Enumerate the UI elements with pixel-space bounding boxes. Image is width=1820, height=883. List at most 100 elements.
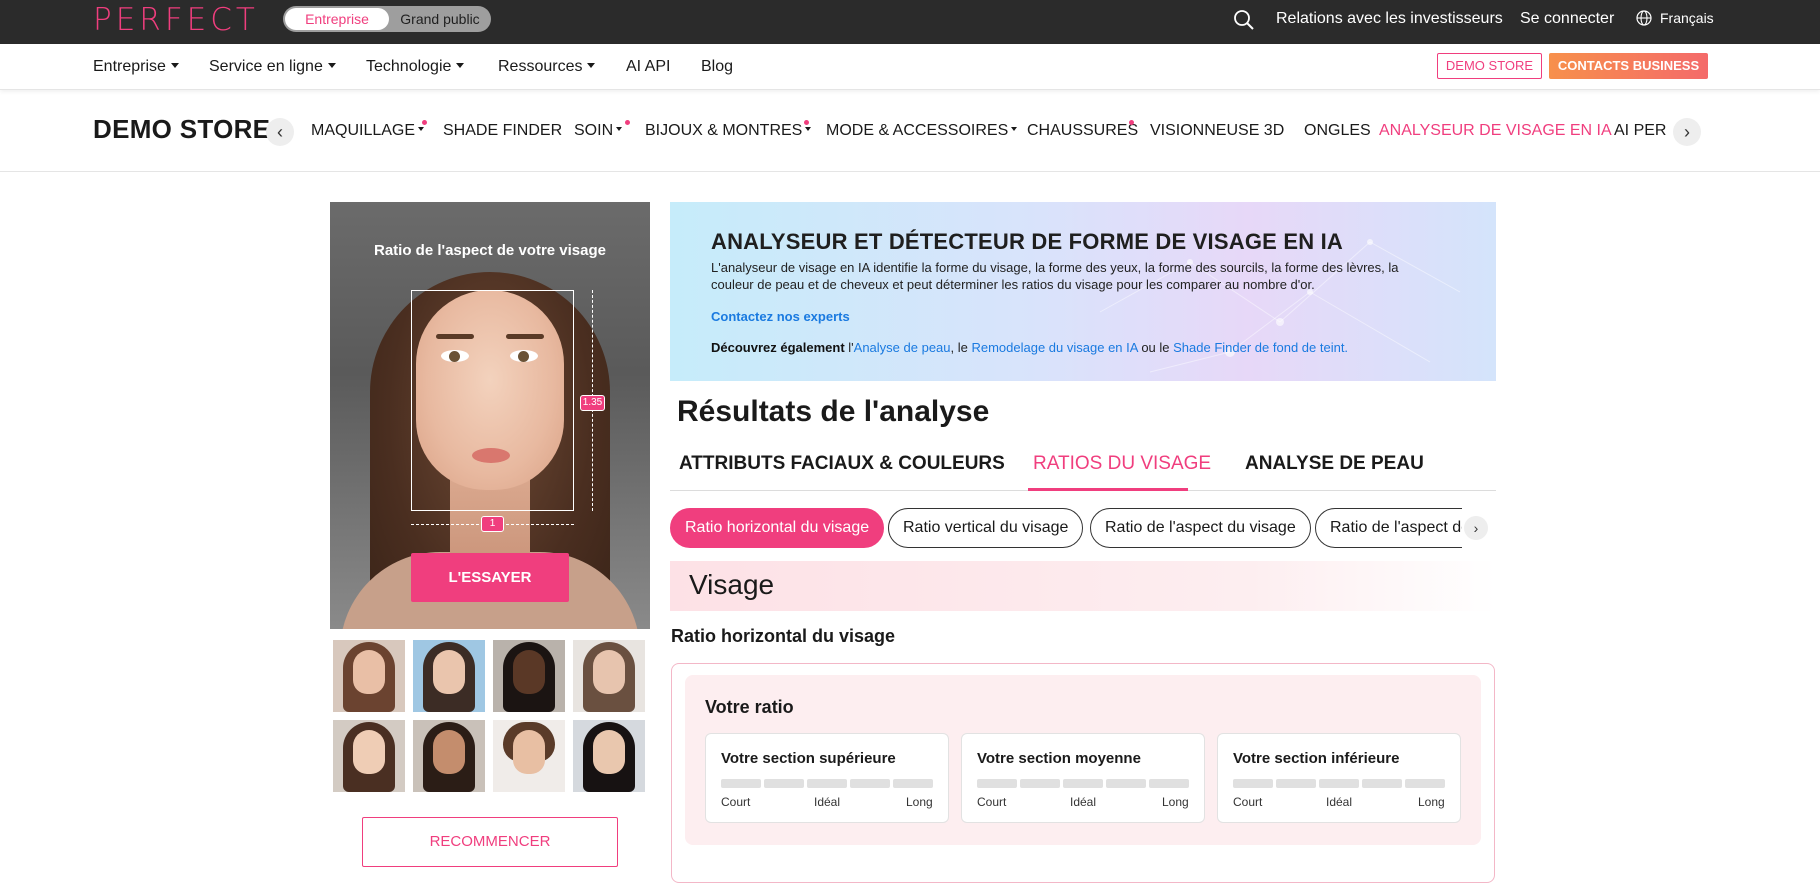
chevron-down-icon bbox=[170, 63, 179, 68]
tab-facial-attributes[interactable]: ATTRIBUTS FACIAUX & COULEURS bbox=[679, 453, 1005, 475]
nav-ai-api[interactable]: AI API bbox=[626, 58, 670, 76]
restart-button[interactable]: RECOMMENCER bbox=[362, 817, 618, 867]
category-list: MAQUILLAGE SHADE FINDER SOIN BIJOUX & MO… bbox=[296, 92, 1682, 172]
sample-face-thumbnail[interactable] bbox=[413, 640, 485, 712]
section-header: Visage bbox=[670, 561, 1496, 611]
demo-store-button[interactable]: DEMO STORE bbox=[1437, 53, 1542, 79]
scale-label-low: Court bbox=[977, 795, 1007, 809]
results-tabs: ATTRIBUTS FACIAUX & COULEURS RATIOS DU V… bbox=[670, 443, 1496, 491]
shade-finder-link[interactable]: Shade Finder de fond de teint. bbox=[1173, 340, 1348, 355]
category-soin[interactable]: SOIN bbox=[574, 122, 623, 140]
chips-next-button[interactable]: › bbox=[1464, 516, 1488, 540]
scale-label-mid: Idéal bbox=[814, 795, 841, 809]
chevron-right-icon: › bbox=[1684, 122, 1690, 142]
sample-face-thumbnail[interactable] bbox=[573, 720, 645, 792]
hero-banner: ANALYSEUR ET DÉTECTEUR DE FORME DE VISAG… bbox=[670, 202, 1496, 381]
ratio-chips-track: Ratio horizontal du visage Ratio vertica… bbox=[670, 508, 1462, 548]
main-nav: Entreprise Service en ligne Technologie … bbox=[0, 44, 1820, 90]
chip-aspect-ratio[interactable]: Ratio de l'aspect du visage bbox=[1090, 508, 1311, 548]
hero-title: ANALYSEUR ET DÉTECTEUR DE FORME DE VISAG… bbox=[711, 229, 1343, 254]
toggle-entreprise[interactable]: Entreprise bbox=[285, 8, 389, 30]
category-chaussures[interactable]: CHAUSSURES bbox=[1027, 122, 1138, 140]
face-preview-panel: Ratio de l'aspect de votre visage 1.35 1… bbox=[330, 202, 650, 629]
category-maquillage[interactable]: MAQUILLAGE bbox=[311, 122, 425, 140]
search-icon[interactable] bbox=[1233, 9, 1255, 31]
ratio-scale bbox=[721, 779, 934, 788]
ratio-scale bbox=[1233, 779, 1446, 788]
nav-entreprise[interactable]: Entreprise bbox=[93, 58, 179, 76]
ratio-scale bbox=[977, 779, 1190, 788]
section-title: Visage bbox=[689, 569, 775, 600]
ratio-subtitle: Ratio horizontal du visage bbox=[671, 626, 896, 646]
category-bijoux-montres[interactable]: BIJOUX & MONTRES bbox=[645, 122, 812, 140]
results-title: Résultats de l'analyse bbox=[677, 395, 990, 428]
face-reshape-link[interactable]: Remodelage du visage en IA bbox=[971, 340, 1137, 355]
horizontal-ratio-tag: 1 bbox=[481, 516, 504, 532]
language-label: Français bbox=[1660, 10, 1714, 26]
scale-label-high: Long bbox=[1418, 795, 1445, 809]
segment-title: Votre section moyenne bbox=[977, 750, 1141, 767]
chevron-right-icon: › bbox=[1473, 520, 1479, 536]
category-mode-accessoires[interactable]: MODE & ACCESSOIRES bbox=[826, 122, 1018, 140]
nav-blog[interactable]: Blog bbox=[701, 58, 733, 76]
category-ongles[interactable]: ONGLES bbox=[1304, 122, 1371, 140]
nav-service-en-ligne[interactable]: Service en ligne bbox=[209, 58, 336, 76]
tab-face-ratios[interactable]: RATIOS DU VISAGE bbox=[1033, 453, 1211, 475]
demo-store-nav: DEMO STORE ‹ MAQUILLAGE SHADE FINDER SOI… bbox=[0, 92, 1820, 172]
category-visionneuse-3d[interactable]: VISIONNEUSE 3D bbox=[1150, 122, 1284, 140]
category-next-button[interactable]: › bbox=[1673, 118, 1701, 146]
sample-face-thumbnail[interactable] bbox=[333, 640, 405, 712]
contacts-business-button[interactable]: CONTACTS BUSINESS bbox=[1549, 53, 1708, 79]
category-analyseur-visage[interactable]: ANALYSEUR DE VISAGE EN IA bbox=[1379, 122, 1612, 140]
chevron-left-icon: ‹ bbox=[277, 122, 283, 142]
face-ratio-title: Ratio de l'aspect de votre visage bbox=[374, 242, 606, 259]
scale-label-mid: Idéal bbox=[1326, 795, 1353, 809]
sample-face-thumbnail[interactable] bbox=[493, 720, 565, 792]
tab-skin-analysis[interactable]: ANALYSE DE PEAU bbox=[1245, 453, 1424, 475]
chevron-down-icon bbox=[327, 63, 336, 68]
discover-also-text: Découvrez également l'Analyse de peau, l… bbox=[711, 340, 1349, 355]
segment-title: Votre section supérieure bbox=[721, 750, 896, 767]
chevron-down-icon bbox=[587, 63, 596, 68]
contact-experts-link[interactable]: Contactez nos experts bbox=[711, 309, 850, 324]
hero-description: L'analyseur de visage en IA identifie la… bbox=[711, 260, 1399, 292]
investor-relations-link[interactable]: Relations avec les investisseurs bbox=[1276, 0, 1503, 38]
ratio-chips: Ratio horizontal du visage Ratio vertica… bbox=[670, 508, 1496, 548]
new-dot bbox=[1129, 120, 1134, 125]
audience-toggle[interactable]: Entreprise Grand public bbox=[283, 6, 491, 32]
sample-face-thumbnail[interactable] bbox=[493, 640, 565, 712]
segment-title: Votre section inférieure bbox=[1233, 750, 1400, 767]
scale-label-low: Court bbox=[721, 795, 751, 809]
sample-face-thumbnail[interactable] bbox=[333, 720, 405, 792]
chip-vertical-ratio[interactable]: Ratio vertical du visage bbox=[888, 508, 1084, 548]
middle-section-card: Votre section moyenne Court Idéal Long bbox=[961, 733, 1205, 823]
scale-label-mid: Idéal bbox=[1070, 795, 1097, 809]
toggle-grand-public[interactable]: Grand public bbox=[391, 6, 489, 32]
new-dot bbox=[422, 120, 427, 125]
category-ai-per[interactable]: AI PER bbox=[1614, 122, 1666, 140]
try-it-button[interactable]: L'ESSAYER bbox=[411, 553, 569, 602]
chip-eye-aspect-ratio[interactable]: Ratio de l'aspect des yeux bbox=[1315, 508, 1462, 548]
sample-face-thumbnail[interactable] bbox=[573, 640, 645, 712]
chevron-down-icon bbox=[456, 63, 465, 68]
chevron-down-icon bbox=[805, 127, 812, 131]
your-ratio-panel: Votre ratio Votre section supérieure Cou… bbox=[685, 675, 1481, 845]
skin-analysis-link[interactable]: Analyse de peau bbox=[854, 340, 951, 355]
perfect-logo[interactable]: PERFECT bbox=[93, 2, 259, 38]
scale-label-low: Court bbox=[1233, 795, 1263, 809]
upper-section-card: Votre section supérieure Court Idéal Lon… bbox=[705, 733, 949, 823]
language-selector[interactable]: Français bbox=[1636, 0, 1714, 36]
chip-horizontal-ratio[interactable]: Ratio horizontal du visage bbox=[670, 508, 885, 548]
demo-store-title: DEMO STORE bbox=[93, 114, 271, 144]
sample-face-thumbnail[interactable] bbox=[413, 720, 485, 792]
chevron-down-icon bbox=[616, 127, 623, 131]
face-bounding-box bbox=[411, 290, 574, 511]
login-link[interactable]: Se connecter bbox=[1520, 0, 1614, 38]
chevron-down-icon bbox=[418, 127, 425, 131]
category-prev-button[interactable]: ‹ bbox=[266, 118, 294, 146]
ratio-card: Votre ratio Votre section supérieure Cou… bbox=[671, 663, 1495, 883]
scale-label-high: Long bbox=[1162, 795, 1189, 809]
nav-technologie[interactable]: Technologie bbox=[366, 58, 465, 76]
category-shade-finder[interactable]: SHADE FINDER bbox=[443, 122, 562, 140]
nav-ressources[interactable]: Ressources bbox=[498, 58, 596, 76]
